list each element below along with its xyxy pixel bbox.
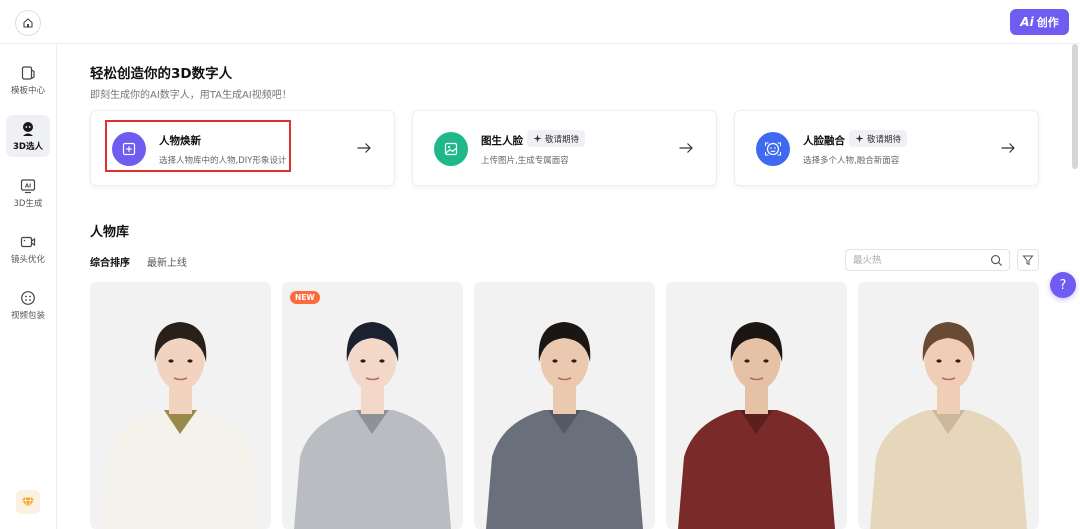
top-bar: Ai 创作 <box>0 0 1080 44</box>
character-eye <box>379 359 385 363</box>
character-card[interactable]: NEW <box>282 282 463 529</box>
ai-create-button[interactable]: Ai 创作 <box>1010 9 1069 35</box>
library-title: 人物库 <box>90 225 130 240</box>
sidebar-item-label: 3D生成 <box>13 198 43 209</box>
feature-card-face-merge[interactable]: 人脸融合 敬请期待 选择多个人物,融合新面容 <box>734 110 1039 186</box>
character-eye <box>955 359 961 363</box>
help-button[interactable]: ? <box>1050 272 1076 298</box>
character-card[interactable] <box>666 282 847 529</box>
camera-icon <box>20 234 36 250</box>
highlight-box <box>105 120 291 172</box>
sidebar-item-label: 模板中心 <box>10 85 45 96</box>
sparkle-icon <box>855 134 864 143</box>
vip-button[interactable] <box>16 490 40 514</box>
sidebar-item-template-center[interactable]: 模板中心 <box>6 59 50 101</box>
ai-create-label: 创作 <box>1036 16 1059 29</box>
sparkle-icon <box>533 134 542 143</box>
home-button[interactable] <box>15 10 41 36</box>
character-eye <box>360 359 366 363</box>
coming-soon-badge: 敬请期待 <box>527 130 586 147</box>
svg-text:AI: AI <box>25 183 31 189</box>
character-card[interactable] <box>858 282 1039 529</box>
coming-soon-badge: 敬请期待 <box>849 130 908 147</box>
ai-logo-text: Ai <box>1020 15 1034 29</box>
page-title: 轻松创造你的3D数字人 <box>90 66 233 82</box>
page-subtitle: 即刻生成你的AI数字人，用TA生成AI视频吧！ <box>90 90 292 101</box>
character-card[interactable] <box>90 282 271 529</box>
sidebar: 模板中心 3D选人 AI 3D生成 镜头优化 视频包装 <box>0 44 57 529</box>
sidebar-item-label: 镜头优化 <box>10 254 45 265</box>
search-box <box>845 249 1010 271</box>
character-eye <box>552 359 558 363</box>
main-content: 轻松创造你的3D数字人 即刻生成你的AI数字人，用TA生成AI视频吧！ 人物焕新… <box>57 44 1070 529</box>
feature-title: 人脸融合 <box>803 135 845 147</box>
diamond-icon <box>22 497 34 509</box>
feature-card-image-to-face[interactable]: 图生人脸 敬请期待 上传图片,生成专属面容 <box>412 110 717 186</box>
search-input[interactable] <box>853 253 983 267</box>
arrow-right-icon <box>357 143 371 153</box>
feature-desc: 选择多个人物,融合新面容 <box>803 156 900 166</box>
template-icon <box>20 65 36 81</box>
sidebar-item-3d-select[interactable]: 3D选人 <box>6 115 50 157</box>
face-merge-icon <box>756 132 790 166</box>
sidebar-item-camera-optimize[interactable]: 镜头优化 <box>6 228 50 270</box>
tab-comprehensive-sort[interactable]: 综合排序 <box>90 254 130 269</box>
scrollbar[interactable] <box>1072 44 1078 169</box>
feature-title: 图生人脸 <box>481 135 523 147</box>
ai-generate-icon: AI <box>20 178 36 194</box>
sidebar-item-video-package[interactable]: 视频包装 <box>6 284 50 326</box>
character-portrait <box>870 322 1027 529</box>
image-icon <box>434 132 468 166</box>
package-icon <box>20 290 36 306</box>
character-portrait <box>678 322 835 529</box>
badge-label: 敬请期待 <box>545 134 580 145</box>
filter-icon <box>1022 255 1034 266</box>
arrow-right-icon <box>679 143 693 153</box>
new-badge: NEW <box>290 291 320 304</box>
character-eye <box>763 359 769 363</box>
person-icon <box>20 121 36 137</box>
character-eye <box>168 359 174 363</box>
character-portrait <box>102 322 259 529</box>
character-eye <box>744 359 750 363</box>
character-eye <box>187 359 193 363</box>
sidebar-item-3d-generate[interactable]: AI 3D生成 <box>6 172 50 214</box>
badge-label: 敬请期待 <box>867 134 902 145</box>
filter-button[interactable] <box>1017 249 1039 271</box>
sidebar-item-label: 视频包装 <box>10 310 45 321</box>
character-eye <box>936 359 942 363</box>
character-portrait <box>294 322 451 529</box>
arrow-right-icon <box>1001 143 1015 153</box>
character-portrait <box>486 322 643 529</box>
feature-desc: 上传图片,生成专属面容 <box>481 156 569 166</box>
sidebar-item-label: 3D选人 <box>13 141 43 152</box>
character-card[interactable] <box>474 282 655 529</box>
character-eye <box>571 359 577 363</box>
search-icon[interactable] <box>990 254 1003 267</box>
tab-newest[interactable]: 最新上线 <box>147 254 187 269</box>
home-icon <box>23 18 33 28</box>
